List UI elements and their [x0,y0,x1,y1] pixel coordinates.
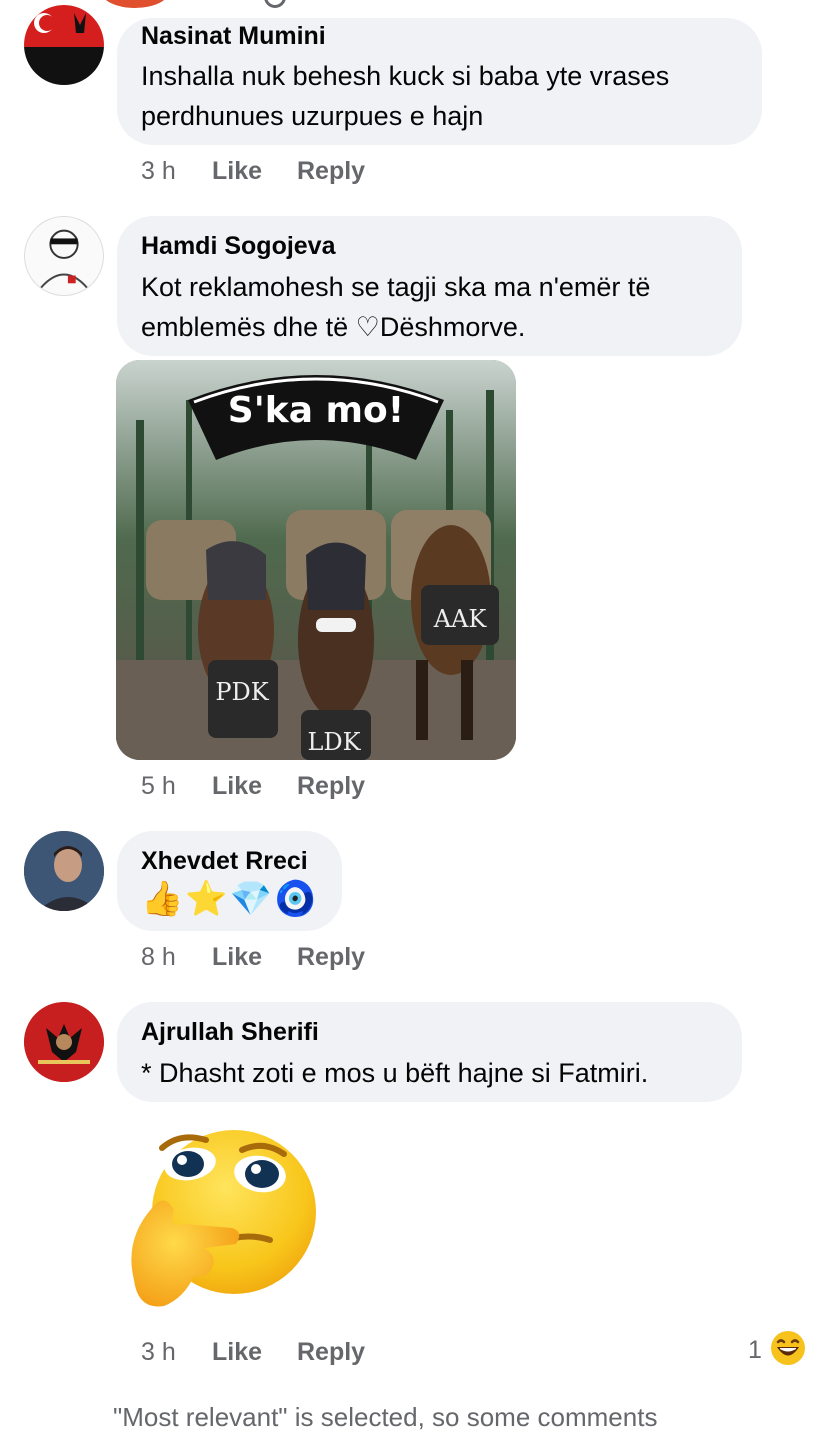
flag-avatar-icon [24,5,104,85]
comment-text: Kot reklamohesh se tagji ska ma n'emër t… [141,272,651,302]
image-label: PDK [215,678,269,706]
avatar[interactable] [24,5,104,85]
thinking-face-icon [124,1120,324,1315]
comment-author[interactable]: Hamdi Sogojeva [141,232,336,261]
nazar-amulet-icon: 🧿 [274,880,319,918]
like-button[interactable]: Like [212,1338,262,1367]
like-button[interactable]: Like [212,157,262,186]
comment-text: Inshalla nuk behesh kuck si baba yte vra… [141,61,670,91]
image-banner-text: S'ka mo! [228,390,404,431]
like-button[interactable]: Like [212,943,262,972]
avatar[interactable] [24,831,104,911]
comment-bubble: Ajrullah Sherifi * Dhasht zoti e mos u b… [117,1002,742,1102]
star-icon: ⭐ [185,880,230,918]
comment-time[interactable]: 3 h [141,157,176,186]
reply-button[interactable]: Reply [297,1338,365,1367]
like-button[interactable]: Like [212,772,262,801]
comment-time[interactable]: 3 h [141,1338,176,1367]
sketch-avatar-icon [35,229,93,294]
diamond-icon: 💎 [229,880,275,918]
reaction-count: 1 [748,1336,762,1364]
comment-text: * Dhasht zoti e mos u bëft hajne si Fatm… [141,1058,649,1088]
comment-author[interactable]: Ajrullah Sherifi [141,1018,319,1047]
horses-photo: S'ka mo! PDK LDK AAK [116,360,516,760]
comment-time[interactable]: 5 h [141,772,176,801]
comment-text: perdhunues uzurpues e hajn [141,101,484,131]
comment-bubble: Xhevdet Rreci 👍⭐💎🧿 [117,831,342,931]
avatar[interactable] [24,1002,104,1082]
comment-author[interactable]: Nasinat Mumini [141,22,326,51]
eagle-emblem-icon [24,1002,104,1082]
comment-text: emblemës dhe të ♡Dëshmorve. [141,312,526,342]
sorting-notice: "Most relevant" is selected, so some com… [113,1402,658,1432]
reply-button[interactable]: Reply [297,157,365,186]
reply-button[interactable]: Reply [297,943,365,972]
person-photo-icon [24,831,104,911]
comment-bubble: Nasinat Mumini Inshalla nuk behesh kuck … [117,18,762,145]
info-icon [264,0,286,8]
previous-avatar-edge [100,0,170,8]
comment-author[interactable]: Xhevdet Rreci [141,847,308,876]
emoji-row: 👍⭐💎🧿 [141,879,318,919]
reply-button[interactable]: Reply [297,772,365,801]
avatar[interactable] [24,216,104,296]
comment-image[interactable]: S'ka mo! PDK LDK AAK [116,360,516,760]
comment-bubble: Hamdi Sogojeva Kot reklamohesh se tagji … [117,216,742,356]
laughing-face-icon [770,1330,806,1366]
image-label: LDK [307,728,361,756]
thumbs-up-icon: 👍 [141,880,186,918]
comment-time[interactable]: 8 h [141,943,176,972]
image-label: AAK [433,605,488,633]
